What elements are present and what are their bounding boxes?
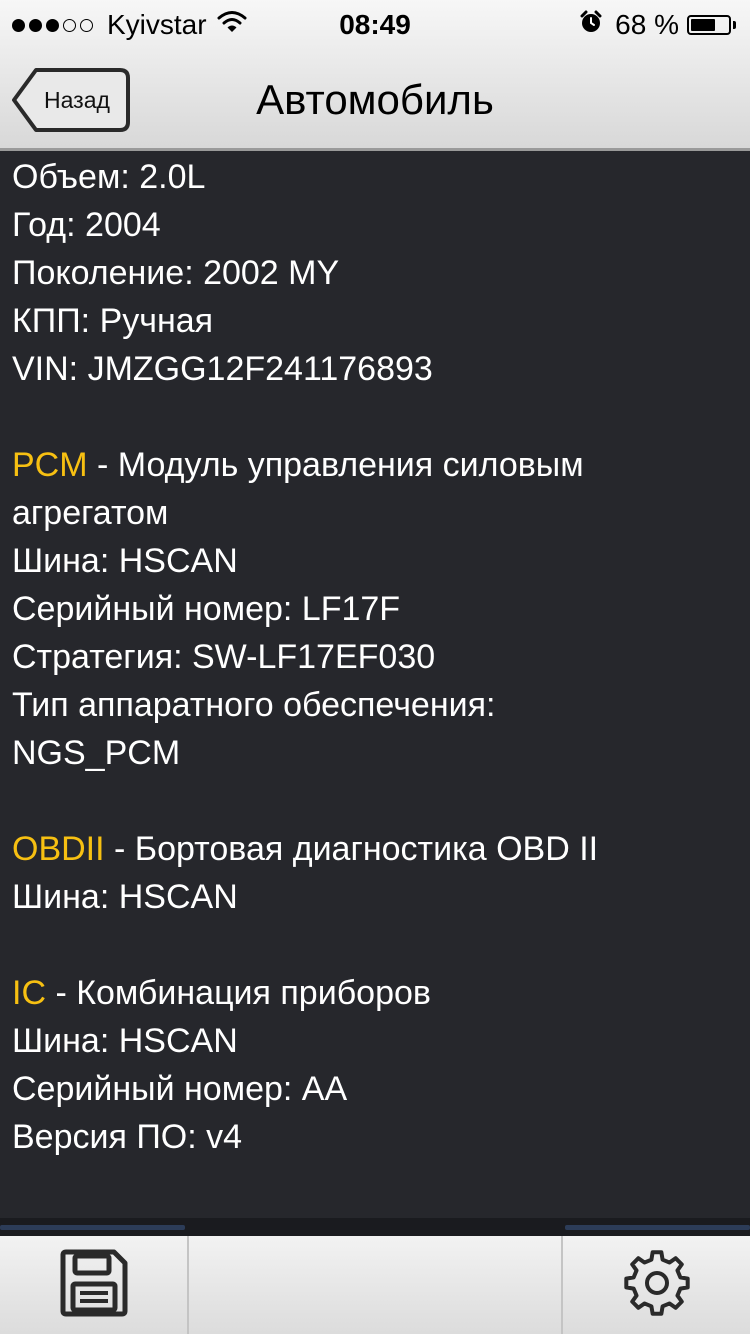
module-ic-heading: IC - Комбинация приборов [12, 969, 742, 1017]
save-button[interactable] [0, 1236, 187, 1334]
alarm-icon [579, 9, 603, 41]
module-description: - Комбинация приборов [46, 974, 431, 1012]
gearbox: КПП: Ручная [12, 302, 214, 340]
module-code: IC [12, 974, 46, 1012]
module-bus: Шина: HSCAN [12, 542, 238, 580]
back-button[interactable]: Назад [10, 66, 132, 134]
status-right: 68 % [579, 9, 736, 41]
module-pcm-heading: PCM - Модуль управления силовым [12, 441, 742, 489]
module-description: - Бортовая диагностика OBD II [104, 830, 599, 868]
battery-percentage: 68 % [615, 9, 679, 40]
module-obdii-heading: OBDII - Бортовая диагностика OBD II [12, 825, 742, 873]
module-strategy: Стратегия: SW-LF17EF030 [12, 638, 436, 676]
module-bus: Шина: HSCAN [12, 1022, 238, 1060]
module-code: OBDII [12, 830, 105, 868]
toolbar-border-segment [565, 1225, 750, 1230]
module-description: - Модуль управления силовым [87, 446, 584, 484]
module-serial: Серийный номер: AA [12, 1070, 348, 1108]
module-hardware-label: Тип аппаратного обеспечения: [12, 686, 496, 724]
gear-icon [622, 1248, 692, 1323]
generation: Поколение: 2002 MY [12, 254, 340, 292]
vin: VIN: JMZGG12F241176893 [12, 350, 433, 388]
toolbar-divider [187, 1236, 189, 1334]
module-description-cont: агрегатом [12, 494, 169, 532]
navigation-bar: Назад Автомобиль [0, 52, 750, 151]
vehicle-info-content: Объем: 2.0L Год: 2004 Поколение: 2002 MY… [12, 153, 742, 1218]
bottom-toolbar [0, 1236, 750, 1334]
engine-volume: Объем: 2.0L [12, 158, 206, 196]
module-hardware-value: NGS_PCM [12, 734, 181, 772]
back-button-label: Назад [44, 87, 110, 113]
settings-button[interactable] [563, 1236, 750, 1334]
module-software-version: Версия ПО: v4 [12, 1118, 243, 1156]
module-code: PCM [12, 446, 88, 484]
toolbar-border [0, 1218, 750, 1236]
battery-icon [687, 15, 736, 35]
model-year: Год: 2004 [12, 206, 161, 244]
module-bus: Шина: HSCAN [12, 878, 238, 916]
status-bar: Kyivstar 08:49 68 % [0, 0, 750, 52]
save-icon [59, 1249, 129, 1322]
toolbar-border-segment [0, 1225, 185, 1230]
module-serial: Серийный номер: LF17F [12, 590, 401, 628]
